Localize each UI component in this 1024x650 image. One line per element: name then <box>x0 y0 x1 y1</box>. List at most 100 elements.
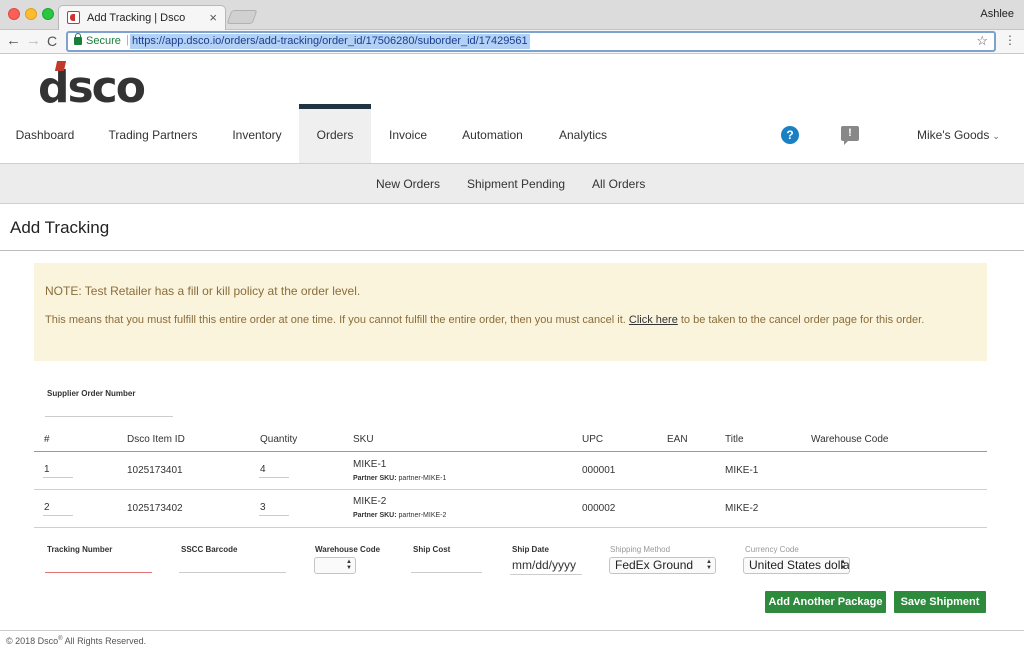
ship-date-input[interactable]: mm/dd/yyyy <box>510 557 582 575</box>
secure-label: Secure <box>86 35 121 47</box>
upc-cell: 000001 <box>582 465 616 476</box>
row-divider <box>34 489 987 490</box>
ship-cost-label: Ship Cost <box>413 545 451 554</box>
partner-sku-label: Partner SKU: <box>353 475 397 482</box>
sub-nav-shipment-pending[interactable]: Shipment Pending <box>467 164 565 204</box>
quantity-input[interactable]: 4 <box>259 462 289 478</box>
supplier-order-number-input[interactable] <box>45 399 173 417</box>
sku-cell: MIKE-2 <box>353 496 387 507</box>
note-text-before: This means that you must fulfill this en… <box>45 314 626 326</box>
col-header-upc: UPC <box>582 434 604 445</box>
shipping-method-value: FedEx Ground <box>615 558 694 572</box>
tracking-number-label: Tracking Number <box>47 545 113 554</box>
nav-item-orders[interactable]: Orders <box>299 104 371 163</box>
chevron-down-icon: ⌄ <box>992 131 1000 141</box>
page-title: Add Tracking <box>10 218 110 237</box>
maximize-window-button[interactable] <box>42 8 54 20</box>
browser-toolbar: ← → C Secure | https://app.dsco.io/order… <box>0 30 1024 54</box>
note-body: This means that you must fulfill this en… <box>45 313 970 328</box>
nav-item-analytics[interactable]: Analytics <box>549 104 617 163</box>
quantity-input[interactable]: 3 <box>259 500 289 516</box>
lock-icon <box>74 33 82 45</box>
back-arrow-icon[interactable]: ← <box>6 33 21 49</box>
item-id-cell: 1025173401 <box>127 465 183 476</box>
copyright-text: © 2018 Dsco® All Rights Reserved. <box>6 636 146 646</box>
nav-item-automation[interactable]: Automation <box>450 104 535 163</box>
currency-code-select[interactable]: United States dollar ▲ ▼ <box>743 557 850 574</box>
browser-tab[interactable]: Add Tracking | Dsco × <box>58 5 226 30</box>
url-text[interactable]: https://app.dsco.io/orders/add-tracking/… <box>130 34 530 49</box>
cancel-order-link[interactable]: Click here <box>629 314 678 326</box>
new-tab-button[interactable] <box>226 10 258 24</box>
nav-item-trading-partners[interactable]: Trading Partners <box>96 104 210 163</box>
partner-sku-label: Partner SKU: <box>353 512 397 519</box>
ship-cost-input[interactable] <box>411 555 482 573</box>
item-id-cell: 1025173402 <box>127 503 183 514</box>
add-another-package-button[interactable]: Add Another Package <box>765 591 886 613</box>
title-cell: MIKE-2 <box>725 503 759 514</box>
orders-sub-nav: New Orders Shipment Pending All Orders <box>0 164 1024 204</box>
partner-sku-cell: Partner SKU: partner-MIKE-2 <box>353 512 446 519</box>
tracking-number-input[interactable] <box>45 555 152 573</box>
account-menu[interactable]: Mike's Goods ⌄ <box>917 104 1000 167</box>
minimize-window-button[interactable] <box>25 8 37 20</box>
browser-tab-strip: Add Tracking | Dsco × Ashlee <box>0 0 1024 30</box>
sscc-barcode-label: SSCC Barcode <box>181 545 238 554</box>
main-nav: Dashboard Trading Partners Inventory Ord… <box>0 104 1024 164</box>
supplier-order-number-label: Supplier Order Number <box>47 389 136 398</box>
address-bar[interactable]: Secure | https://app.dsco.io/orders/add-… <box>66 31 996 52</box>
account-name: Mike's Goods <box>917 128 990 142</box>
table-header-divider <box>34 451 987 452</box>
footer: © 2018 Dsco® All Rights Reserved. <box>0 630 1024 650</box>
partner-sku-value: partner-MIKE-2 <box>398 512 447 519</box>
ship-date-label: Ship Date <box>512 545 549 554</box>
col-header-title: Title <box>725 434 744 445</box>
sscc-barcode-input[interactable] <box>179 555 286 573</box>
save-shipment-button[interactable]: Save Shipment <box>894 591 986 613</box>
select-arrows-icon: ▲ ▼ <box>840 559 846 571</box>
col-header-ean: EAN <box>667 434 688 445</box>
row-number-input[interactable]: 2 <box>43 500 73 516</box>
currency-code-label: Currency Code <box>745 545 799 554</box>
reload-icon[interactable]: C <box>47 33 57 49</box>
tab-close-icon[interactable]: × <box>209 10 217 25</box>
partner-sku-cell: Partner SKU: partner-MIKE-1 <box>353 475 446 482</box>
browser-menu-icon[interactable]: ⋮ <box>1004 33 1016 47</box>
shipping-method-label: Shipping Method <box>610 545 671 554</box>
fill-or-kill-note: NOTE: Test Retailer has a fill or kill p… <box>34 263 987 361</box>
sub-nav-new-orders[interactable]: New Orders <box>376 164 440 204</box>
title-cell: MIKE-1 <box>725 465 759 476</box>
select-arrows-icon: ▲ ▼ <box>706 559 712 571</box>
close-window-button[interactable] <box>8 8 20 20</box>
nav-item-invoice[interactable]: Invoice <box>378 104 438 163</box>
select-arrows-icon: ▲ ▼ <box>346 559 352 571</box>
partner-sku-value: partner-MIKE-1 <box>398 475 447 482</box>
shipping-method-select[interactable]: FedEx Ground ▲ ▼ <box>609 557 716 574</box>
page-title-bar: Add Tracking <box>0 204 1024 251</box>
col-header-number: # <box>44 434 50 445</box>
dsco-favicon-icon <box>67 11 80 24</box>
help-icon[interactable]: ? <box>781 126 799 144</box>
upc-cell: 000002 <box>582 503 616 514</box>
row-number-input[interactable]: 1 <box>43 462 73 478</box>
nav-item-inventory[interactable]: Inventory <box>220 104 294 163</box>
sub-nav-all-orders[interactable]: All Orders <box>592 164 645 204</box>
url-separator: | <box>126 34 129 46</box>
copyright-owner: © 2018 Dsco <box>6 636 59 646</box>
col-header-quantity: Quantity <box>260 434 298 445</box>
sku-cell: MIKE-1 <box>353 459 387 470</box>
bookmark-star-icon[interactable]: ☆ <box>976 33 988 49</box>
row-divider <box>34 527 987 528</box>
nav-item-dashboard[interactable]: Dashboard <box>0 104 90 163</box>
warehouse-code-select[interactable]: ▲ ▼ <box>314 557 356 574</box>
browser-profile-name[interactable]: Ashlee <box>980 8 1014 20</box>
col-header-warehouse-code: Warehouse Code <box>811 434 889 445</box>
warehouse-code-label: Warehouse Code <box>315 545 381 554</box>
forward-arrow-icon[interactable]: → <box>26 33 41 49</box>
note-text-after: to be taken to the cancel order page for… <box>680 314 925 326</box>
notifications-icon[interactable]: ! <box>841 126 859 145</box>
col-header-item-id: Dsco Item ID <box>127 434 185 445</box>
copyright-rights: All Rights Reserved. <box>62 636 147 646</box>
note-heading: NOTE: Test Retailer has a fill or kill p… <box>45 284 361 298</box>
tab-title: Add Tracking | Dsco <box>87 12 186 24</box>
